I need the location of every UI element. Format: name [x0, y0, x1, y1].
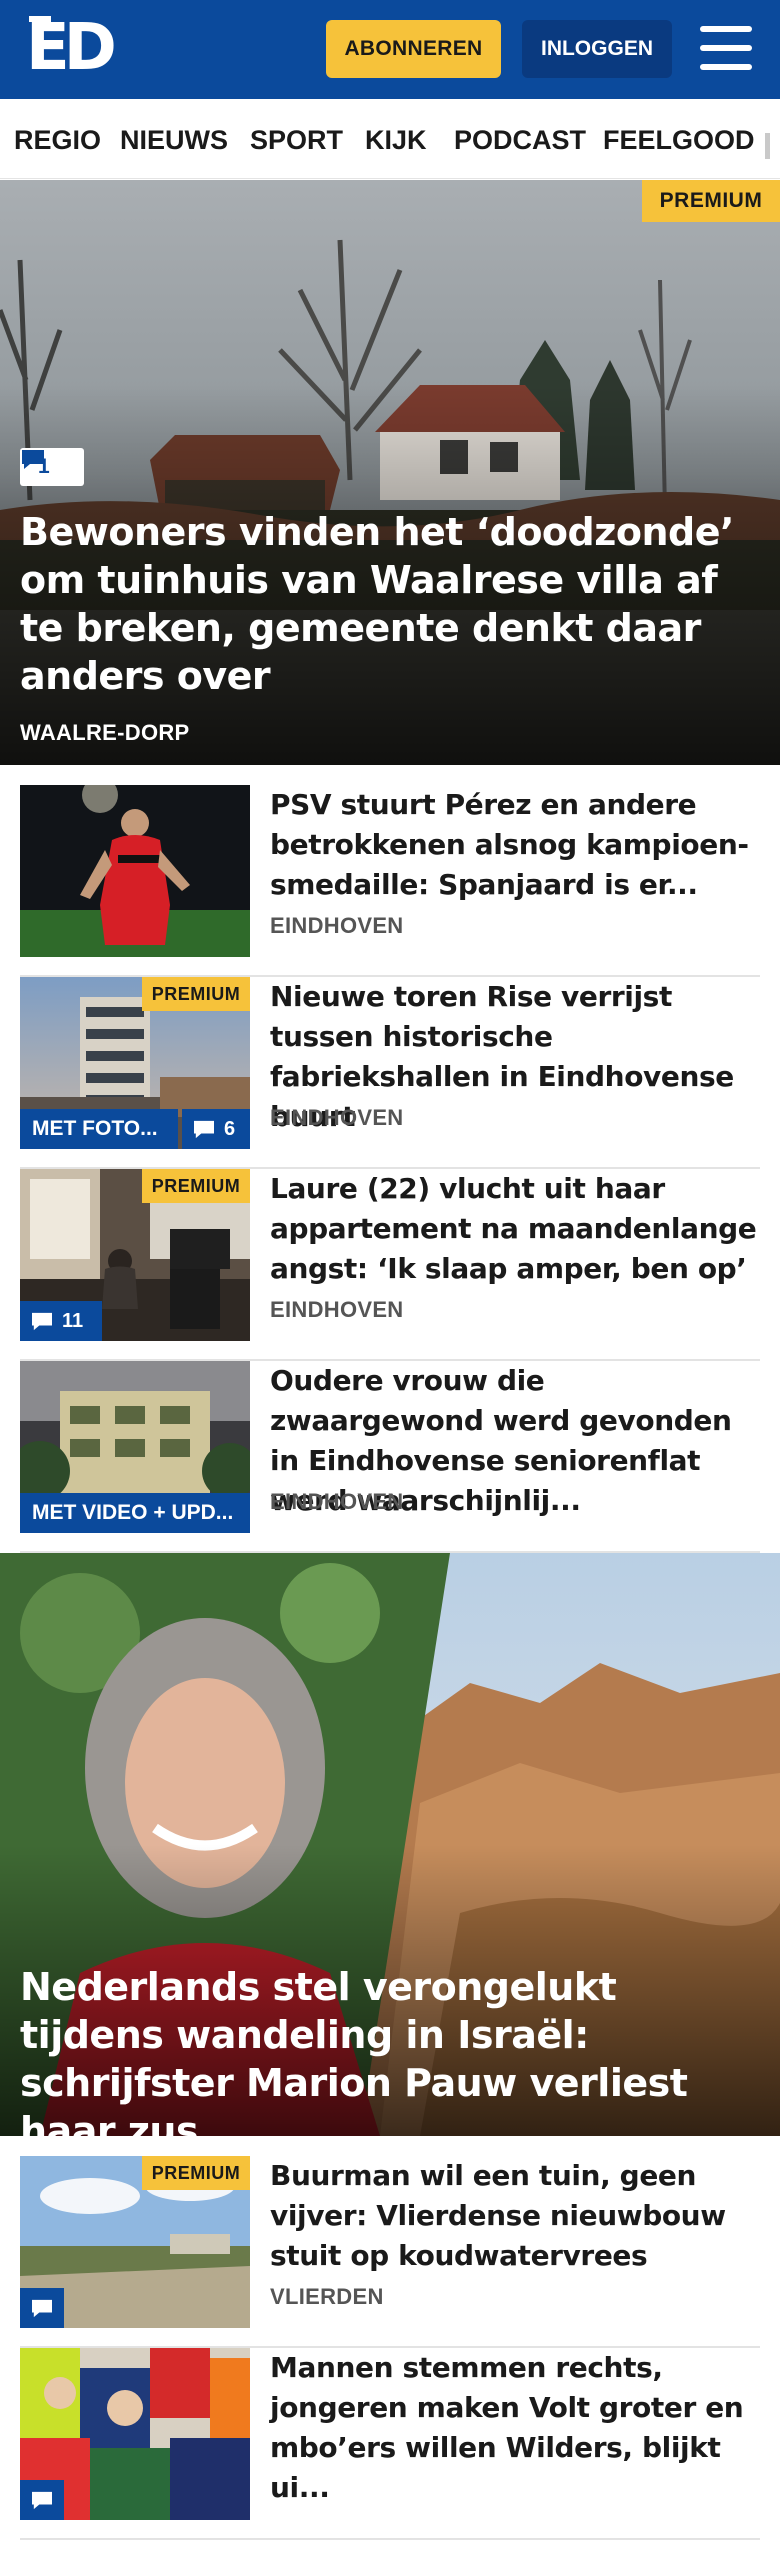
comment-badge[interactable]: [20, 2288, 64, 2328]
nav-item-podcast[interactable]: PODCAST: [454, 125, 586, 156]
hero-headline[interactable]: Bewoners vinden het ‘doodzonde’ om tuinh…: [20, 508, 760, 700]
hero-article[interactable]: PREMIUM 1 Bewoners vinden het ‘doodzonde…: [0, 180, 780, 765]
article-thumbnail: [20, 785, 250, 957]
comment-count-badge[interactable]: 1: [20, 448, 84, 486]
nav-item-feelgood[interactable]: FEELGOOD: [603, 125, 755, 156]
article-headline[interactable]: PSV stuurt Pérez en andere betrokkenen a…: [270, 785, 760, 905]
hamburger-menu-icon[interactable]: [700, 26, 752, 70]
subscribe-button[interactable]: ABONNEREN: [326, 20, 501, 78]
list-item[interactable]: PREMIUM MET FOTO... 6 Nieuwe toren Rise …: [20, 977, 760, 1169]
article-location: EINDHOVEN: [270, 1297, 404, 1322]
list-item[interactable]: PREMIUM 11 Laure (22) vlucht uit haar ap…: [20, 1169, 760, 1361]
article-location: VLIERDEN: [270, 2284, 384, 2309]
section-nav: REGIO NIEUWS SPORT KIJK PODCAST FEELGOOD: [0, 99, 780, 179]
article-location: EINDHOVEN: [270, 1489, 404, 1514]
comment-count-badge[interactable]: 6: [182, 1109, 250, 1149]
article-headline[interactable]: Mannen stemmen rechts, jongeren maken Vo…: [270, 2348, 760, 2508]
article-location: EINDHOVEN: [270, 1105, 404, 1130]
article-headline[interactable]: Buurman wil een tuin, geen vijver: Vlier…: [270, 2156, 760, 2276]
featured-article[interactable]: Nederlands stel verongelukt tijdens wand…: [0, 1553, 780, 2136]
comment-count: 11: [62, 1309, 84, 1332]
site-header: ED ABONNEREN INLOGGEN: [0, 0, 780, 99]
list-item[interactable]: PSV stuurt Pérez en andere betrokkenen a…: [20, 785, 760, 977]
comment-count-badge[interactable]: 11: [20, 1301, 102, 1341]
article-image: [20, 785, 250, 957]
comment-icon: [32, 2491, 52, 2510]
list-item[interactable]: Mannen stemmen rechts, jongeren maken Vo…: [20, 2348, 760, 2540]
premium-badge: PREMIUM: [142, 1169, 250, 1203]
media-label: MET VIDEO + UPD...: [20, 1493, 250, 1533]
list-item[interactable]: MET VIDEO + UPD... Oudere vrouw die zwaa…: [20, 1361, 760, 1553]
login-button[interactable]: INLOGGEN: [522, 20, 672, 78]
comment-icon: [22, 450, 44, 469]
list-item[interactable]: PREMIUM Buurman wil een tuin, geen vijve…: [20, 2156, 760, 2348]
nav-item-nieuws[interactable]: NIEUWS: [120, 125, 228, 156]
hero-location: WAALRE-DORP: [20, 720, 190, 745]
nav-item-sport[interactable]: SPORT: [250, 125, 343, 156]
featured-headline[interactable]: Nederlands stel verongelukt tijdens wand…: [20, 1963, 770, 2136]
comment-icon: [32, 2299, 52, 2318]
premium-badge: PREMIUM: [142, 977, 250, 1011]
comment-icon: [194, 1120, 214, 1139]
comment-count: 6: [224, 1117, 236, 1140]
premium-badge: PREMIUM: [642, 180, 780, 222]
article-headline[interactable]: Laure (22) vlucht uit haar appartement n…: [270, 1169, 760, 1289]
site-logo[interactable]: ED: [26, 16, 117, 80]
nav-item-kijk[interactable]: KIJK: [365, 125, 427, 156]
nav-overflow-indicator: [765, 133, 770, 159]
nav-item-regio[interactable]: REGIO: [14, 125, 101, 156]
comment-icon: [32, 1312, 52, 1331]
comment-badge[interactable]: [20, 2480, 64, 2520]
article-location: EINDHOVEN: [270, 913, 404, 938]
premium-badge: PREMIUM: [142, 2156, 250, 2190]
media-label: MET FOTO...: [20, 1109, 178, 1149]
